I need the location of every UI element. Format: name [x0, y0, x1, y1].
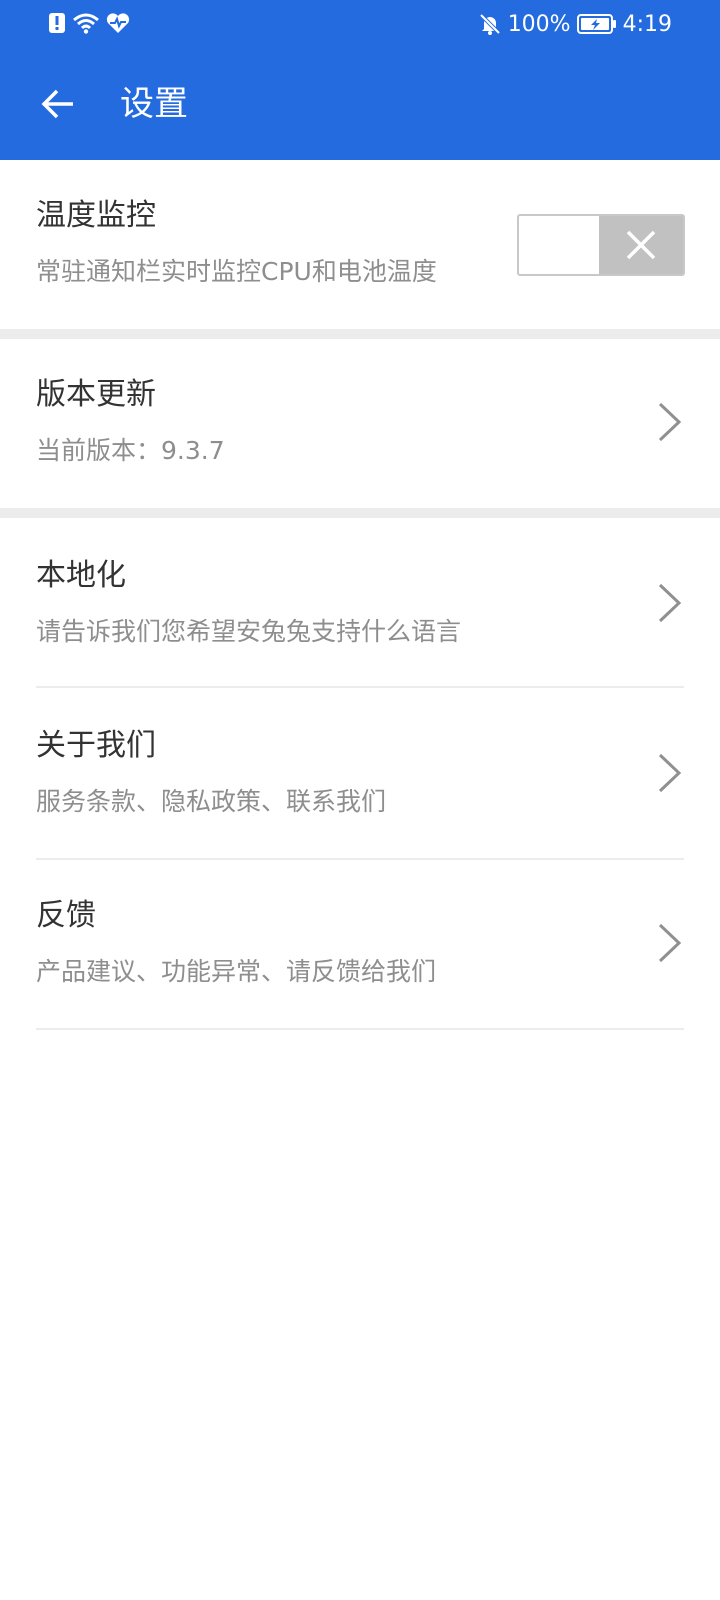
- localization-subtitle: 请告诉我们您希望安兔兔支持什么语言: [36, 617, 462, 646]
- chevron-right-icon: [650, 397, 690, 447]
- settings-item-about-us[interactable]: 关于我们 服务条款、隐私政策、联系我们: [0, 688, 720, 858]
- temperature-monitor-title: 温度监控: [36, 198, 156, 233]
- about-us-subtitle: 服务条款、隐私政策、联系我们: [36, 787, 387, 816]
- clock-time: 4:19: [622, 11, 672, 37]
- item-divider: [36, 1028, 684, 1030]
- chevron-right-icon: [650, 578, 690, 628]
- close-icon: [626, 230, 656, 260]
- feedback-subtitle: 产品建议、功能异常、请反馈给我们: [36, 957, 437, 986]
- toolbar: 设置: [0, 68, 720, 140]
- section-divider: [0, 508, 720, 518]
- back-button[interactable]: [28, 68, 88, 140]
- page-title: 设置: [120, 84, 188, 124]
- temperature-monitor-subtitle: 常驻通知栏实时监控CPU和电池温度: [36, 257, 437, 286]
- version-update-title: 版本更新: [36, 377, 156, 412]
- settings-item-feedback[interactable]: 反馈 产品建议、功能异常、请反馈给我们: [0, 860, 720, 1028]
- arrow-left-icon: [41, 89, 73, 119]
- alert-icon: [48, 12, 66, 34]
- chevron-right-icon: [650, 918, 690, 968]
- chevron-right-icon: [650, 748, 690, 798]
- section-divider: [0, 329, 720, 339]
- wifi-icon: [72, 12, 100, 34]
- settings-item-localization[interactable]: 本地化 请告诉我们您希望安兔兔支持什么语言: [0, 518, 720, 686]
- app-header: 100% 4:19 设置: [0, 0, 720, 160]
- health-icon: [106, 12, 130, 34]
- mute-icon: [478, 12, 502, 36]
- status-right-icons: 100% 4:19: [478, 10, 672, 38]
- version-update-subtitle: 当前版本：9.3.7: [36, 436, 225, 465]
- localization-title: 本地化: [36, 558, 126, 593]
- status-left-icons: [48, 11, 130, 35]
- settings-item-version-update[interactable]: 版本更新 当前版本：9.3.7: [0, 339, 720, 507]
- battery-icon: [576, 13, 617, 35]
- toggle-off-knob: [599, 216, 683, 274]
- battery-percent: 100%: [507, 11, 571, 37]
- about-us-title: 关于我们: [36, 728, 156, 763]
- feedback-title: 反馈: [36, 898, 96, 933]
- status-bar: 100% 4:19: [0, 0, 720, 48]
- temperature-monitor-toggle[interactable]: [517, 214, 685, 276]
